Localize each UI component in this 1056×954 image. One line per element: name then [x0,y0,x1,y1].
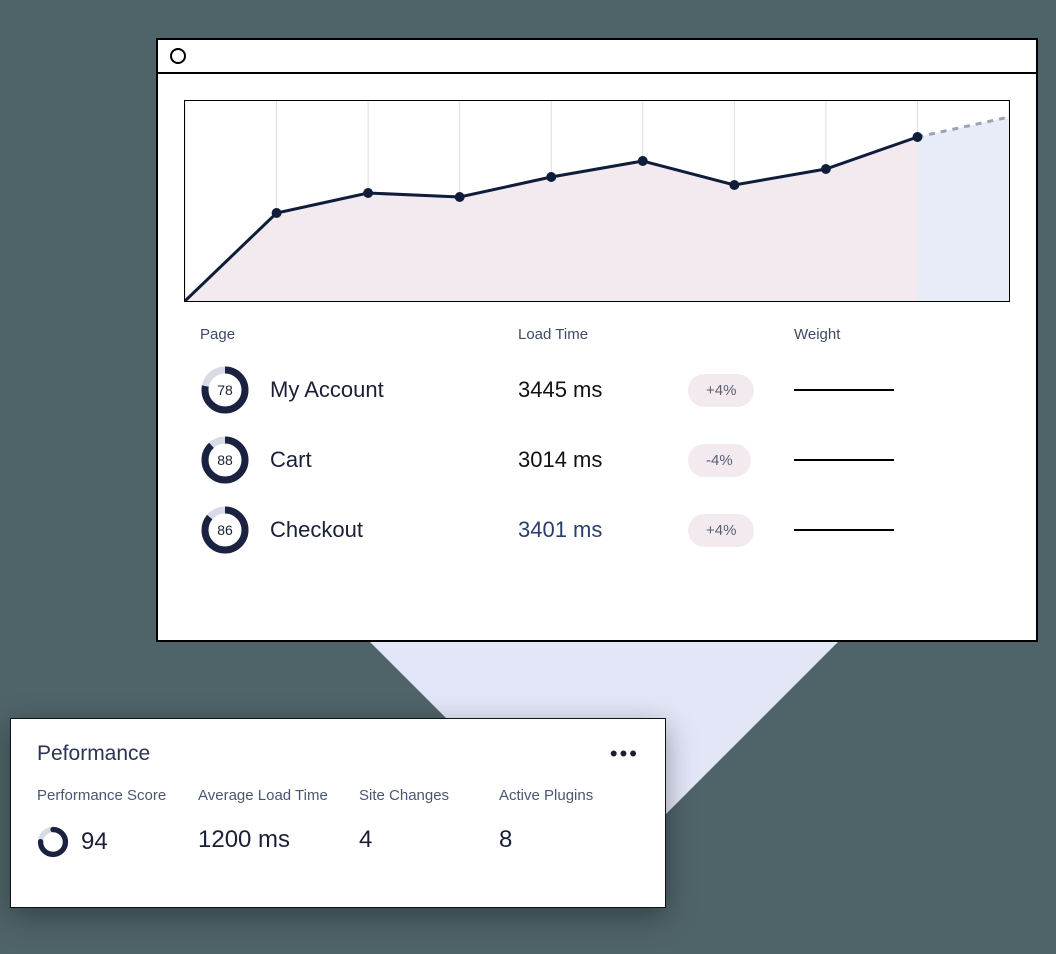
perf-avg-label: Average Load Time [198,787,359,804]
score-value: 78 [200,365,250,415]
load-time: 3445 ms [518,377,688,403]
page-name: Checkout [270,517,363,543]
header-page: Page [200,326,518,343]
perf-changes-value: 4 [359,826,372,854]
table-row[interactable]: 88 Cart 3014 ms -4% [200,425,994,495]
score-value: 86 [200,505,250,555]
header-load: Load Time [518,326,794,343]
score-gauge: 86 [200,505,250,555]
perf-avg-value: 1200 ms [198,826,290,854]
table-row[interactable]: 78 My Account 3445 ms +4% [200,355,994,425]
delta-badge: +4% [688,514,754,547]
page-name: My Account [270,377,384,403]
perf-score-label: Performance Score [37,787,198,804]
weight-sparkline [794,459,894,461]
perf-plugins-value: 8 [499,826,512,854]
more-icon[interactable]: ••• [610,741,639,767]
weight-sparkline [794,389,894,391]
dashboard-window: Page Load Time Weight 78 My Account 3445… [156,38,1038,642]
performance-card: Peformance ••• Performance Score 94 Aver… [10,718,666,908]
score-value: 88 [200,435,250,485]
perf-score-value: 94 [81,828,108,856]
header-weight: Weight [794,326,994,343]
load-time: 3401 ms [518,517,688,543]
perf-changes-label: Site Changes [359,787,499,804]
load-time: 3014 ms [518,447,688,473]
table-body: 78 My Account 3445 ms +4% 88 Cart [200,355,994,565]
score-gauge: 88 [200,435,250,485]
perf-plugins-label: Active Plugins [499,787,639,804]
weight-sparkline [794,529,894,531]
performance-card-title: Peformance [37,742,150,766]
score-gauge: 78 [200,365,250,415]
window-control-icon[interactable] [170,48,186,64]
performance-chart [184,100,1010,302]
gauge-icon [37,826,69,858]
page-name: Cart [270,447,312,473]
table-headers: Page Load Time Weight [200,326,994,343]
window-titlebar [158,40,1036,74]
delta-badge: +4% [688,374,754,407]
table-row[interactable]: 86 Checkout 3401 ms +4% [200,495,994,565]
delta-badge: -4% [688,444,751,477]
